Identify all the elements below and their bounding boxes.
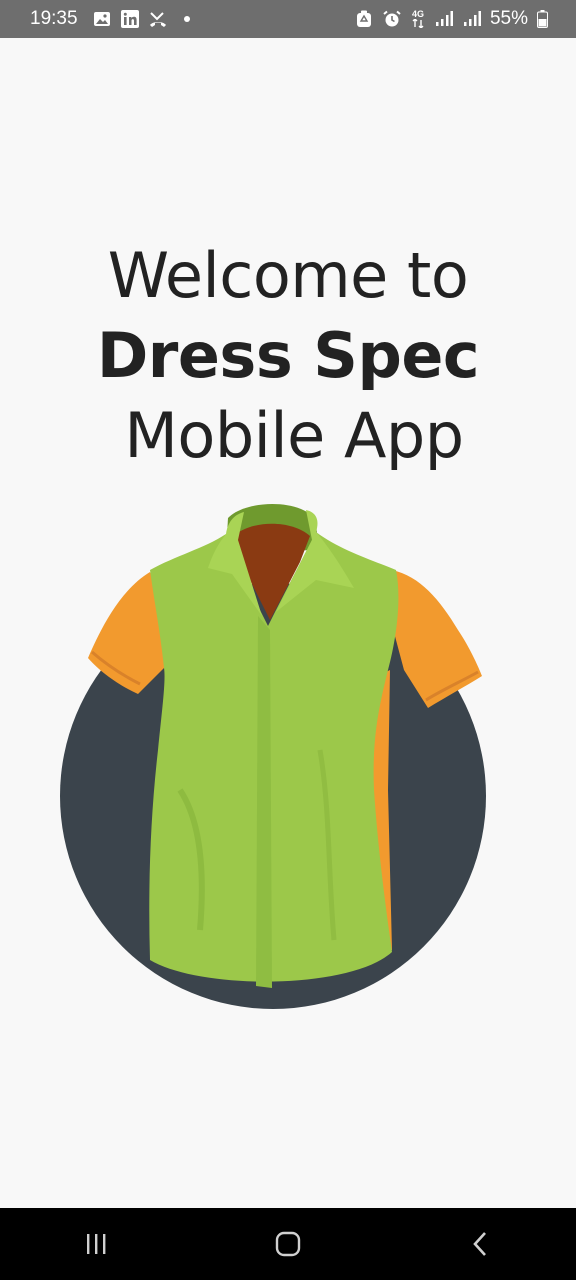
- status-bar-left: 19:35: [30, 8, 190, 30]
- notification-dot-icon: [183, 16, 190, 22]
- home-button[interactable]: [258, 1214, 318, 1274]
- placket: [256, 616, 272, 988]
- recent-apps-button[interactable]: [66, 1214, 126, 1274]
- status-bar-right: 4G 55%: [354, 8, 548, 30]
- 4g-data-icon: 4G: [410, 9, 426, 29]
- welcome-heading: Welcome to Dress Spec Mobile App: [0, 236, 576, 476]
- welcome-subline: Mobile App: [124, 399, 464, 472]
- recycle-icon: [354, 9, 374, 29]
- shirt-illustration: [0, 490, 576, 1020]
- signal-icon: [434, 9, 454, 29]
- welcome-line: Welcome to: [107, 239, 469, 312]
- status-time: 19:35: [30, 8, 78, 29]
- back-icon: [473, 1232, 486, 1256]
- battery-percentage: 55%: [489, 8, 528, 29]
- system-nav-bar: [0, 1208, 576, 1280]
- splash-screen: 19:35 4G 55% Welcome to Dress Spec Mobil…: [0, 0, 576, 1280]
- linkedin-icon: [120, 9, 140, 29]
- battery-icon: [536, 9, 548, 29]
- status-bar: 19:35 4G 55%: [0, 0, 576, 38]
- back-button[interactable]: [450, 1214, 510, 1274]
- recent-apps-icon: [87, 1234, 106, 1254]
- home-icon: [275, 1231, 301, 1257]
- gallery-icon: [92, 9, 112, 29]
- alarm-icon: [382, 9, 402, 29]
- missed-call-icon: [148, 9, 168, 29]
- app-name: Dress Spec: [96, 319, 480, 392]
- signal-icon-2: [462, 9, 482, 29]
